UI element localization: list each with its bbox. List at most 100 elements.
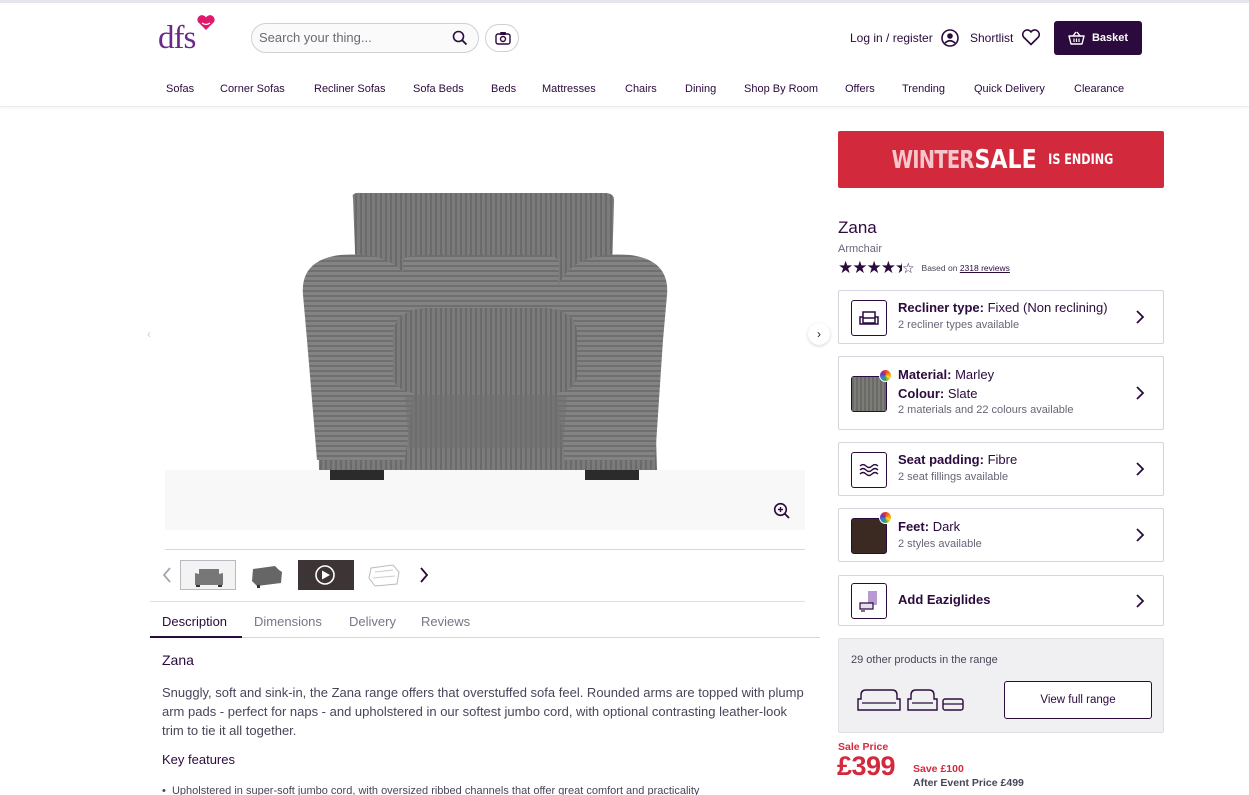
login-link[interactable]: Log in / register <box>850 29 959 47</box>
recliner-line: Recliner type: Fixed (Non reclining) <box>898 300 1108 315</box>
padding-value: Fibre <box>987 452 1018 467</box>
tab-delivery[interactable]: Delivery <box>349 614 396 629</box>
nav-item-dining[interactable]: Dining <box>685 83 716 95</box>
winter-sale-banner[interactable]: WINTER SALE IS ENDING <box>838 131 1164 188</box>
thumbnail-divider <box>165 549 805 550</box>
shortlist-link[interactable]: Shortlist <box>970 29 1041 46</box>
thumb-next-icon[interactable] <box>419 567 429 583</box>
armchair-sketch-thumb-icon <box>368 564 400 587</box>
colour-value: Slate <box>947 386 978 401</box>
colour-line: Colour: Slate <box>898 386 977 401</box>
eaziglides-line: Add Eaziglides <box>898 592 990 607</box>
login-label: Log in / register <box>850 31 933 45</box>
chevron-right-icon <box>1136 386 1145 400</box>
thumb-prev-icon[interactable] <box>162 567 172 583</box>
tab-dimensions[interactable]: Dimensions <box>254 614 322 629</box>
option-seat-padding[interactable]: Seat padding: Fibre 2 seat fillings avai… <box>838 442 1164 496</box>
reviews-link[interactable]: 2318 reviews <box>960 263 1010 273</box>
option-recliner-type[interactable]: Recliner type: Fixed (Non reclining) 2 r… <box>838 290 1164 344</box>
savings-text: Save £100 <box>913 763 964 775</box>
nav-item-sofa-beds[interactable]: Sofa Beds <box>413 83 464 95</box>
feet-sub: 2 styles available <box>898 538 982 550</box>
chevron-right-icon <box>1136 528 1145 542</box>
key-features-title: Key features <box>162 752 235 767</box>
fabric-swatch-icon <box>851 376 887 412</box>
promo-word-ending: IS ENDING <box>1048 151 1114 168</box>
chevron-right-icon <box>1136 594 1145 608</box>
eaziglides-icon <box>851 583 887 619</box>
option-material[interactable]: Material: Marley Colour: Slate 2 materia… <box>838 356 1164 430</box>
shortlist-label: Shortlist <box>970 30 1014 45</box>
active-tab-indicator <box>150 636 242 638</box>
recliner-value: Fixed (Non reclining) <box>987 300 1108 315</box>
recliner-chair-icon <box>851 300 887 336</box>
visual-search-button[interactable] <box>485 24 519 52</box>
material-value: Marley <box>955 367 995 382</box>
chevron-right-icon <box>1136 310 1145 324</box>
logo-heart-icon <box>197 15 215 30</box>
thumbnail-video[interactable] <box>298 560 354 590</box>
tab-reviews[interactable]: Reviews <box>421 614 470 629</box>
star-rating-icon: ★★★★★☆ <box>838 258 914 277</box>
recliner-label: Recliner type: <box>898 300 984 315</box>
sofa-range-icon <box>857 689 964 711</box>
zoom-icon[interactable] <box>773 502 791 520</box>
padding-sub: 2 seat fillings available <box>898 471 1009 483</box>
search-bar <box>251 23 479 53</box>
description-body: Snuggly, soft and sink-in, the Zana rang… <box>162 685 804 738</box>
description-title: Zana <box>162 652 194 668</box>
site-header: dfs Log in / register Shortlist <box>0 3 1249 107</box>
play-icon <box>298 560 354 590</box>
range-count-text: 29 other products in the range <box>851 654 998 666</box>
nav-item-quick-delivery[interactable]: Quick Delivery <box>974 83 1045 95</box>
material-label: Material: <box>898 367 952 382</box>
feet-value: Dark <box>932 519 961 534</box>
gallery-next-button[interactable]: › <box>808 323 830 345</box>
nav-item-mattresses[interactable]: Mattresses <box>542 83 596 95</box>
basket-icon <box>1068 31 1085 45</box>
user-icon <box>940 29 959 47</box>
thumbnail-sketch[interactable] <box>357 560 413 590</box>
nav-item-offers[interactable]: Offers <box>845 83 875 95</box>
nav-item-clearance[interactable]: Clearance <box>1074 83 1124 95</box>
nav-item-recliner-sofas[interactable]: Recliner Sofas <box>314 83 386 95</box>
reviews-text: Based on 2318 reviews <box>922 263 1010 273</box>
current-price: £399 <box>837 751 896 781</box>
nav-item-trending[interactable]: Trending <box>902 83 945 95</box>
basket-label: Basket <box>1091 32 1129 44</box>
chevron-left-icon: ‹ <box>147 327 151 341</box>
thumbnail-front[interactable] <box>180 560 236 590</box>
key-feature-text: Upholstered in super-soft jumbo cord, wi… <box>171 785 700 795</box>
promo-word-winter: WINTER <box>891 145 975 174</box>
nav-item-chairs[interactable]: Chairs <box>625 83 657 95</box>
product-main-image[interactable] <box>165 140 805 530</box>
reviews-prefix: Based on <box>921 263 958 273</box>
rating-row: ★★★★★☆ Based on 2318 reviews <box>838 258 1010 278</box>
colour-label: Colour: <box>898 386 945 401</box>
thumbnail-angle[interactable] <box>239 560 295 590</box>
gallery-prev-button[interactable]: ‹ <box>138 323 160 345</box>
option-eaziglides[interactable]: Add Eaziglides <box>838 575 1164 626</box>
search-input[interactable] <box>259 30 439 45</box>
view-full-range-button[interactable]: View full range <box>1004 681 1152 719</box>
nav-item-shop-by-room[interactable]: Shop By Room <box>744 83 818 95</box>
feet-line: Feet: Dark <box>898 519 960 534</box>
wave-padding-icon <box>851 452 887 488</box>
basket-button[interactable]: Basket <box>1054 21 1142 55</box>
dfs-logo[interactable]: dfs <box>158 22 196 55</box>
nav-item-corner-sofas[interactable]: Corner Sofas <box>220 83 285 95</box>
eaziglides-label: Add Eaziglides <box>898 592 991 607</box>
colour-wheel-icon <box>879 369 892 382</box>
chevron-right-icon: › <box>817 327 821 341</box>
tab-description[interactable]: Description <box>162 614 227 629</box>
key-feature-item: • Upholstered in super-soft jumbo cord, … <box>162 785 700 795</box>
promo-word-sale: SALE <box>974 144 1037 175</box>
camera-icon <box>495 32 511 45</box>
search-icon[interactable] <box>452 30 468 46</box>
nav-item-sofas[interactable]: Sofas <box>166 83 194 95</box>
chevron-right-icon <box>1136 462 1145 476</box>
product-name: Zana <box>838 218 877 237</box>
nav-item-beds[interactable]: Beds <box>491 83 516 95</box>
option-feet[interactable]: Feet: Dark 2 styles available <box>838 508 1164 562</box>
product-type: Armchair <box>838 243 883 255</box>
